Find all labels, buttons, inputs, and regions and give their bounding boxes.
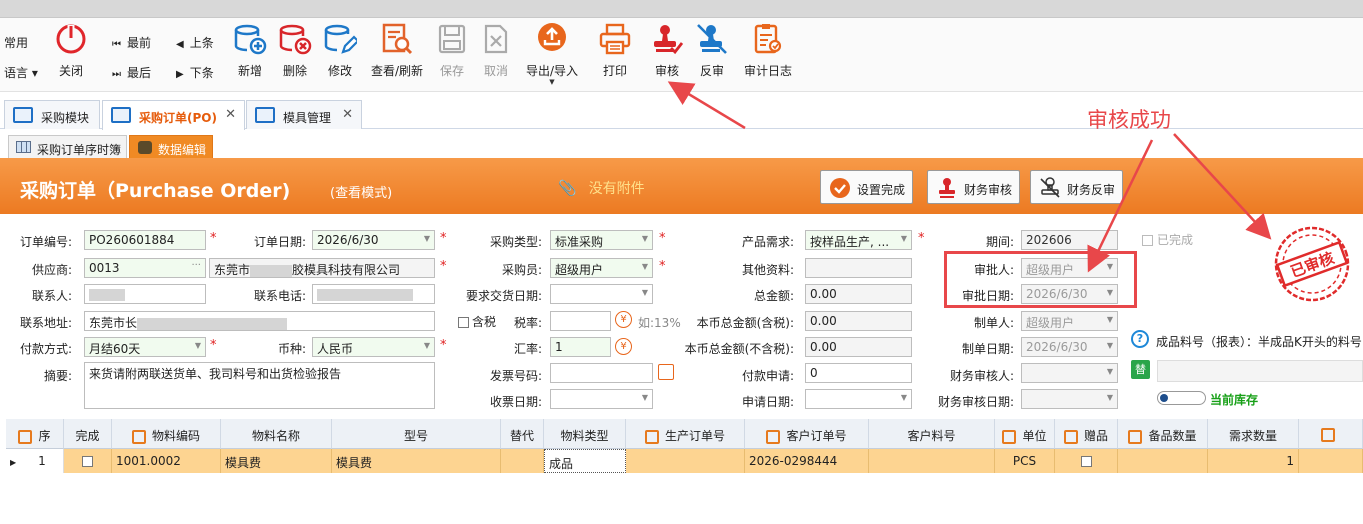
cell-prod-order[interactable]	[626, 449, 745, 473]
cell-cust-part[interactable]	[869, 449, 995, 473]
cell-need-qty[interactable]: 1	[1208, 449, 1299, 473]
col-spare-qty-label: 备品数量	[1148, 429, 1197, 443]
col-model-label: 型号	[403, 429, 428, 443]
col-cust-order[interactable]: 客户订单号	[745, 419, 869, 449]
edit-icon	[18, 429, 33, 444]
col-cust-part-label: 客户料号	[907, 429, 956, 443]
col-type[interactable]: 物料类型	[544, 419, 626, 449]
col-seq[interactable]: 序	[6, 419, 64, 449]
cell-gift[interactable]	[1055, 449, 1118, 473]
cell-unit[interactable]: PCS	[995, 449, 1055, 473]
cell-model[interactable]: 模具费	[332, 449, 501, 473]
edit-icon	[1063, 429, 1078, 444]
col-more[interactable]	[1299, 419, 1363, 449]
row-indicator[interactable]: ▶ 1	[6, 449, 64, 473]
col-prod-order[interactable]: 生产订单号	[626, 419, 745, 449]
col-gift[interactable]: 赠品	[1055, 419, 1118, 449]
cell-cust-order[interactable]: 2026-0298444	[745, 449, 869, 473]
edit-icon	[1128, 429, 1143, 444]
col-need-qty-label: 需求数量	[1228, 429, 1277, 443]
cell-seq: 1	[38, 454, 46, 468]
cell-spare-qty[interactable]	[1118, 449, 1208, 473]
col-code[interactable]: 物料编码	[112, 419, 221, 449]
arrow-to-approve	[667, 81, 746, 130]
cell-alt[interactable]	[501, 449, 544, 473]
edit-icon	[644, 429, 659, 444]
col-done[interactable]: 完成	[64, 419, 112, 449]
row-pointer-icon: ▶	[10, 458, 17, 467]
checkbox-box	[82, 456, 93, 467]
col-gift-label: 赠品	[1083, 429, 1108, 443]
cell-done[interactable]	[64, 449, 112, 473]
edit-icon	[131, 429, 146, 444]
col-cust-part[interactable]: 客户料号	[869, 419, 995, 449]
col-need-qty[interactable]: 需求数量	[1208, 419, 1299, 449]
col-spare-qty[interactable]: 备品数量	[1118, 419, 1208, 449]
cell-type[interactable]: 成品	[544, 449, 626, 473]
col-name[interactable]: 物料名称	[221, 419, 332, 449]
col-done-label: 完成	[75, 429, 100, 443]
edit-icon	[1320, 427, 1335, 442]
edit-icon	[766, 429, 781, 444]
arrow-to-approver	[1087, 139, 1154, 273]
arrow-to-stamp	[1173, 133, 1272, 240]
checkbox-box	[1080, 456, 1092, 467]
col-type-label: 物料类型	[560, 429, 609, 443]
col-seq-label: 序	[38, 429, 51, 443]
col-alt[interactable]: 替代	[501, 419, 544, 449]
cell-name[interactable]: 模具费	[221, 449, 332, 473]
col-cust-order-label: 客户订单号	[786, 429, 847, 443]
order-lines-grid: 序 完成 物料编码 物料名称 型号 替代 物料类型 生产订单号 客户订单号 客户…	[6, 419, 1363, 524]
col-unit[interactable]: 单位	[995, 419, 1055, 449]
cell-code[interactable]: 1001.0002	[112, 449, 221, 473]
cell-more[interactable]	[1299, 449, 1363, 473]
col-alt-label: 替代	[509, 429, 534, 443]
col-code-label: 物料编码	[151, 429, 200, 443]
edit-icon	[1002, 429, 1017, 444]
col-model[interactable]: 型号	[332, 419, 501, 449]
col-unit-label: 单位	[1022, 429, 1047, 443]
col-name-label: 物料名称	[251, 429, 300, 443]
col-prod-order-label: 生产订单号	[664, 429, 725, 443]
